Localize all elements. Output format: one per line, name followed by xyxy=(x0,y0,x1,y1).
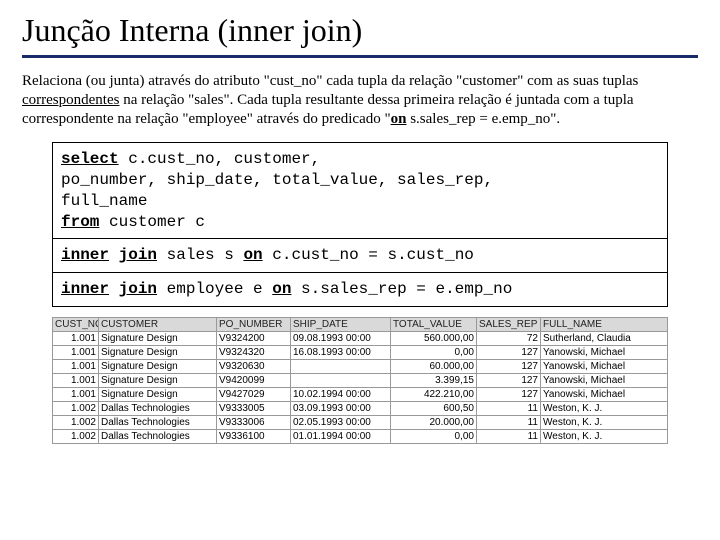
table-cell: Signature Design xyxy=(99,360,217,374)
table-cell: Dallas Technologies xyxy=(99,402,217,416)
table-cell: V9324200 xyxy=(217,332,291,346)
table-header-cell: CUST_NO xyxy=(53,318,99,332)
table-cell: 16.08.1993 00:00 xyxy=(291,346,391,360)
table-header-cell: SALES_REP xyxy=(477,318,541,332)
sql-select-block: select c.cust_no, customer, po_number, s… xyxy=(53,143,667,238)
kw-from: from xyxy=(61,213,99,231)
table-cell: 600,50 xyxy=(391,402,477,416)
kw-join-2: join xyxy=(119,280,157,298)
table-cell: Yanowski, Michael xyxy=(541,374,668,388)
table-cell: 127 xyxy=(477,374,541,388)
select-cols-1: c.cust_no, customer, xyxy=(119,150,321,168)
table-cell: 11 xyxy=(477,402,541,416)
table-cell: Signature Design xyxy=(99,332,217,346)
table-header-cell: CUSTOMER xyxy=(99,318,217,332)
table-row: 1.001Signature DesignV942702910.02.1994 … xyxy=(53,388,668,402)
join-rest-2: s.sales_rep = e.emp_no xyxy=(291,280,512,298)
table-row: 1.002Dallas TechnologiesV933610001.01.19… xyxy=(53,430,668,444)
table-cell: 0,00 xyxy=(391,346,477,360)
table-row: 1.002Dallas TechnologiesV933300503.09.19… xyxy=(53,402,668,416)
table-cell: Yanowski, Michael xyxy=(541,388,668,402)
table-cell: 10.02.1994 00:00 xyxy=(291,388,391,402)
table-cell: 422.210,00 xyxy=(391,388,477,402)
table-header-cell: SHIP_DATE xyxy=(291,318,391,332)
table-cell: 72 xyxy=(477,332,541,346)
table-cell: 1.001 xyxy=(53,332,99,346)
result-table: CUST_NOCUSTOMERPO_NUMBERSHIP_DATETOTAL_V… xyxy=(52,317,668,444)
table-cell: 11 xyxy=(477,416,541,430)
table-cell: 1.001 xyxy=(53,374,99,388)
table-cell: 02.05.1993 00:00 xyxy=(291,416,391,430)
table-cell: 1.001 xyxy=(53,360,99,374)
table-cell: 01.01.1994 00:00 xyxy=(291,430,391,444)
table-cell: 560.000,00 xyxy=(391,332,477,346)
sql-join-block-1: inner join sales s on c.cust_no = s.cust… xyxy=(53,238,667,272)
table-row: 1.001Signature DesignV9420099 3.399,15127… xyxy=(53,374,668,388)
table-cell: V9427029 xyxy=(217,388,291,402)
table-row: 1.001Signature DesignV9320630 60.000,0012… xyxy=(53,360,668,374)
table-cell: 09.08.1993 00:00 xyxy=(291,332,391,346)
table-cell: V9336100 xyxy=(217,430,291,444)
table-cell: Weston, K. J. xyxy=(541,402,668,416)
table-cell xyxy=(291,374,391,388)
table-cell: Yanowski, Michael xyxy=(541,360,668,374)
table-cell: Weston, K. J. xyxy=(541,416,668,430)
kw-select: select xyxy=(61,150,119,168)
table-cell: V9320630 xyxy=(217,360,291,374)
table-cell: Yanowski, Michael xyxy=(541,346,668,360)
kw-inner-2: inner xyxy=(61,280,109,298)
table-cell: 1.002 xyxy=(53,430,99,444)
table-cell: V9420099 xyxy=(217,374,291,388)
table-cell: 20.000,00 xyxy=(391,416,477,430)
select-cols-3: full_name xyxy=(61,191,659,212)
table-cell: V9333005 xyxy=(217,402,291,416)
join-mid-1: sales s xyxy=(157,246,243,264)
table-header-cell: PO_NUMBER xyxy=(217,318,291,332)
table-cell xyxy=(291,360,391,374)
table-cell: 3.399,15 xyxy=(391,374,477,388)
table-cell: Dallas Technologies xyxy=(99,416,217,430)
table-cell: 0,00 xyxy=(391,430,477,444)
description-paragraph: Relaciona (ou junta) através do atributo… xyxy=(22,72,698,128)
table-cell: Signature Design xyxy=(99,388,217,402)
join-mid-2: employee e xyxy=(157,280,272,298)
kw-on-2: on xyxy=(272,280,291,298)
table-cell: 127 xyxy=(477,346,541,360)
table-cell: Signature Design xyxy=(99,374,217,388)
kw-inner-1: inner xyxy=(61,246,109,264)
from-rest: customer c xyxy=(99,213,205,231)
table-cell: 1.001 xyxy=(53,388,99,402)
table-row: 1.001Signature DesignV932420009.08.1993 … xyxy=(53,332,668,346)
table-cell: 1.002 xyxy=(53,402,99,416)
kw-join-1: join xyxy=(119,246,157,264)
table-row: 1.001Signature DesignV932432016.08.1993 … xyxy=(53,346,668,360)
table-cell: 11 xyxy=(477,430,541,444)
sql-code-box: select c.cust_no, customer, po_number, s… xyxy=(52,142,668,307)
table-header-cell: FULL_NAME xyxy=(541,318,668,332)
table-cell: Weston, K. J. xyxy=(541,430,668,444)
table-header-row: CUST_NOCUSTOMERPO_NUMBERSHIP_DATETOTAL_V… xyxy=(53,318,668,332)
table-cell: 60.000,00 xyxy=(391,360,477,374)
table-row: 1.002Dallas TechnologiesV933300602.05.19… xyxy=(53,416,668,430)
table-cell: 1.002 xyxy=(53,416,99,430)
table-cell: Sutherland, Claudia xyxy=(541,332,668,346)
page-title: Junção Interna (inner join) xyxy=(22,12,698,58)
join-rest-1: c.cust_no = s.cust_no xyxy=(263,246,474,264)
table-cell: V9324320 xyxy=(217,346,291,360)
table-header-cell: TOTAL_VALUE xyxy=(391,318,477,332)
table-cell: 127 xyxy=(477,360,541,374)
table-cell: 127 xyxy=(477,388,541,402)
table-cell: 03.09.1993 00:00 xyxy=(291,402,391,416)
table-cell: 1.001 xyxy=(53,346,99,360)
kw-on-1: on xyxy=(243,246,262,264)
table-body: 1.001Signature DesignV932420009.08.1993 … xyxy=(53,332,668,444)
table-cell: Signature Design xyxy=(99,346,217,360)
table-cell: Dallas Technologies xyxy=(99,430,217,444)
sql-join-block-2: inner join employee e on s.sales_rep = e… xyxy=(53,272,667,306)
table-cell: V9333006 xyxy=(217,416,291,430)
select-cols-2: po_number, ship_date, total_value, sales… xyxy=(61,170,659,191)
